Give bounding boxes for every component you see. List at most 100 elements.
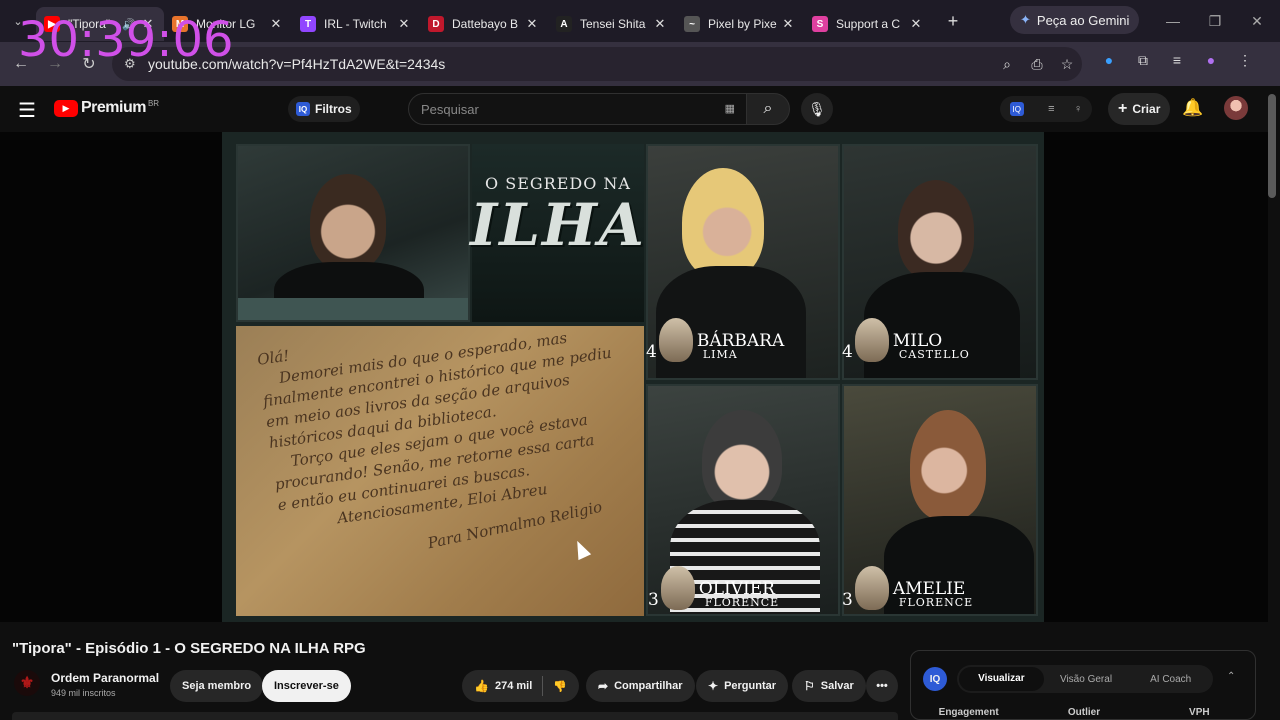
video-frame: O SEGREDO NA ILHA Olá! Demorei mais do q… (222, 132, 1044, 622)
extensions-puzzle-icon[interactable]: ⧉ (1126, 52, 1160, 69)
profile-icon[interactable]: ● (1194, 52, 1228, 69)
bookmark-star-icon[interactable]: ☆ (1052, 56, 1082, 73)
browser-menu-icon[interactable]: ⋮ (1228, 52, 1262, 69)
tab-favicon-icon: ~ (684, 16, 700, 32)
show-title-big: ILHA (470, 191, 646, 259)
minimize-window-icon[interactable]: — (1152, 0, 1194, 42)
keyboard-icon[interactable]: ▦ (725, 102, 735, 115)
channel-avatar[interactable]: ⚜ (14, 670, 40, 696)
maximize-window-icon[interactable]: ❐ (1194, 0, 1236, 42)
tab-title: Dattebayo B (452, 17, 519, 31)
share-button[interactable]: ➦ Compartilhar (586, 670, 695, 702)
tab-close-icon[interactable]: ✕ (652, 16, 668, 32)
player-first-name: MILO (892, 331, 943, 351)
new-tab-button[interactable]: + (938, 11, 968, 32)
video-player[interactable]: O SEGREDO NA ILHA Olá! Demorei mais do q… (0, 132, 1268, 622)
player-level: 4 (646, 342, 657, 362)
vidiq-logo[interactable]: IQ (923, 667, 947, 691)
tab-close-icon[interactable]: ✕ (396, 16, 412, 32)
browser-tab[interactable]: A Tensei Shita ✕ (548, 7, 676, 41)
subscribe-label: Inscrever-se (274, 680, 339, 692)
save-label: Salvar (820, 680, 854, 692)
vidiq-panel: IQ Visualizar Visão Geral AI Coach ⌃ Eng… (910, 650, 1256, 720)
like-dislike-group: 👍 274 mil 👎 (462, 670, 579, 702)
character-portrait (854, 318, 889, 362)
trophy-icon: ♀ (1074, 103, 1083, 115)
iq-badge-icon: IQ (296, 102, 310, 116)
nameplate-barbara: 4 BÁRBARA LIMA (646, 318, 784, 362)
create-label: Criar (1132, 102, 1161, 116)
extension-blue-icon[interactable]: ● (1092, 52, 1126, 69)
channel-name[interactable]: Ordem Paranormal (51, 671, 159, 685)
search-icon: ⌕ (763, 100, 773, 117)
bookmark-icon: ⚐ (804, 679, 815, 693)
tab-close-icon[interactable]: ✕ (268, 16, 284, 32)
like-divider (542, 676, 544, 696)
avatar[interactable] (1224, 96, 1248, 120)
player-name: OLIVIER FLORENCE (698, 579, 779, 610)
close-window-icon[interactable]: ✕ (1236, 0, 1278, 42)
character-portrait (658, 318, 693, 362)
join-button[interactable]: Seja membro (170, 670, 264, 702)
tab-close-icon[interactable]: ✕ (780, 16, 796, 32)
search-button[interactable]: ⌕ (746, 93, 790, 125)
player-last-name: CASTELLO (898, 348, 970, 361)
create-button[interactable]: + Criar (1108, 93, 1171, 125)
tab-title: Pixel by Pixe (708, 17, 777, 31)
metric-outlier: Outlier (1067, 707, 1101, 718)
list-icon: ≡ (1048, 103, 1055, 115)
subscribe-button[interactable]: Inscrever-se (262, 670, 351, 702)
tab-title: Support a C (836, 17, 901, 31)
zoom-icon[interactable]: ⌕ (992, 56, 1022, 73)
like-count[interactable]: 274 mil (495, 680, 532, 692)
vidiq-tab-overview[interactable]: Visão Geral (1044, 674, 1129, 685)
cast-icon[interactable]: ⎙ (1022, 56, 1052, 73)
gm-desk (238, 298, 468, 320)
iq-small-icon: IQ (1009, 102, 1024, 116)
browser-tab[interactable]: T IRL - Twitch ✕ (292, 7, 420, 41)
player-first-name: AMELIE (892, 579, 966, 599)
barbara-person (682, 168, 764, 278)
search-input[interactable] (421, 101, 711, 117)
tab-close-icon[interactable]: ✕ (524, 16, 540, 32)
gm-camera (236, 144, 470, 322)
media-queue-icon[interactable]: ≡ (1160, 52, 1194, 69)
browser-tab[interactable]: D Dattebayo B ✕ (420, 7, 548, 41)
notifications-bell-icon[interactable]: 🔔 (1182, 98, 1203, 118)
address-bar[interactable]: ⚙ youtube.com/watch?v=Pf4HzTdA2WE&t=2434… (112, 47, 1082, 81)
ask-button[interactable]: ✦ Perguntar (696, 670, 789, 702)
menu-hamburger-icon[interactable]: ☰ (18, 98, 36, 123)
voice-search-button[interactable]: 🎙 (801, 93, 833, 125)
browser-tab[interactable]: ~ Pixel by Pixe ✕ (676, 7, 804, 41)
youtube-brand-text: Premium (81, 99, 146, 116)
vidiq-metrics: Engagement Outlier VPH (911, 707, 1257, 718)
vidiq-tab-visualizar[interactable]: Visualizar (959, 667, 1044, 691)
browser-tab[interactable]: S Support a C ✕ (804, 7, 932, 41)
olivier-person (702, 410, 782, 510)
player-level: 3 (842, 590, 853, 610)
gemini-button[interactable]: ✦ Peça ao Gemini (1010, 6, 1140, 34)
metric-engagement: Engagement (938, 707, 999, 718)
thumbs-up-icon[interactable]: 👍 (474, 679, 489, 693)
player-name: BÁRBARA LIMA (697, 333, 784, 362)
player-first-name: OLIVIER (698, 579, 775, 599)
extension-pill[interactable]: IQ ≡ ♀ (1000, 96, 1092, 122)
page-scrollbar[interactable] (1268, 94, 1276, 198)
vidiq-tab-ai-coach[interactable]: AI Coach (1128, 674, 1213, 685)
tab-close-icon[interactable]: ✕ (908, 16, 924, 32)
filters-button[interactable]: IQ Filtros (288, 96, 360, 122)
more-actions-button[interactable]: ••• (866, 670, 898, 702)
save-button[interactable]: ⚐ Salvar (792, 670, 866, 702)
collapse-chevron-icon[interactable]: ⌃ (1227, 671, 1235, 682)
tab-favicon-icon: A (556, 16, 572, 32)
description-box-edge[interactable] (12, 712, 898, 720)
join-label: Seja membro (182, 680, 252, 692)
share-arrow-icon: ➦ (598, 679, 609, 693)
gemini-sparkle-icon: ✦ (1020, 12, 1031, 27)
tab-title: IRL - Twitch (324, 17, 387, 31)
plus-icon: + (1118, 100, 1128, 117)
youtube-logo[interactable]: ▶ Premium BR (54, 99, 159, 117)
region-code: BR (147, 98, 160, 108)
nameplate-olivier: 3 OLIVIER FLORENCE (648, 566, 779, 610)
thumbs-down-icon[interactable]: 👎 (553, 680, 567, 693)
